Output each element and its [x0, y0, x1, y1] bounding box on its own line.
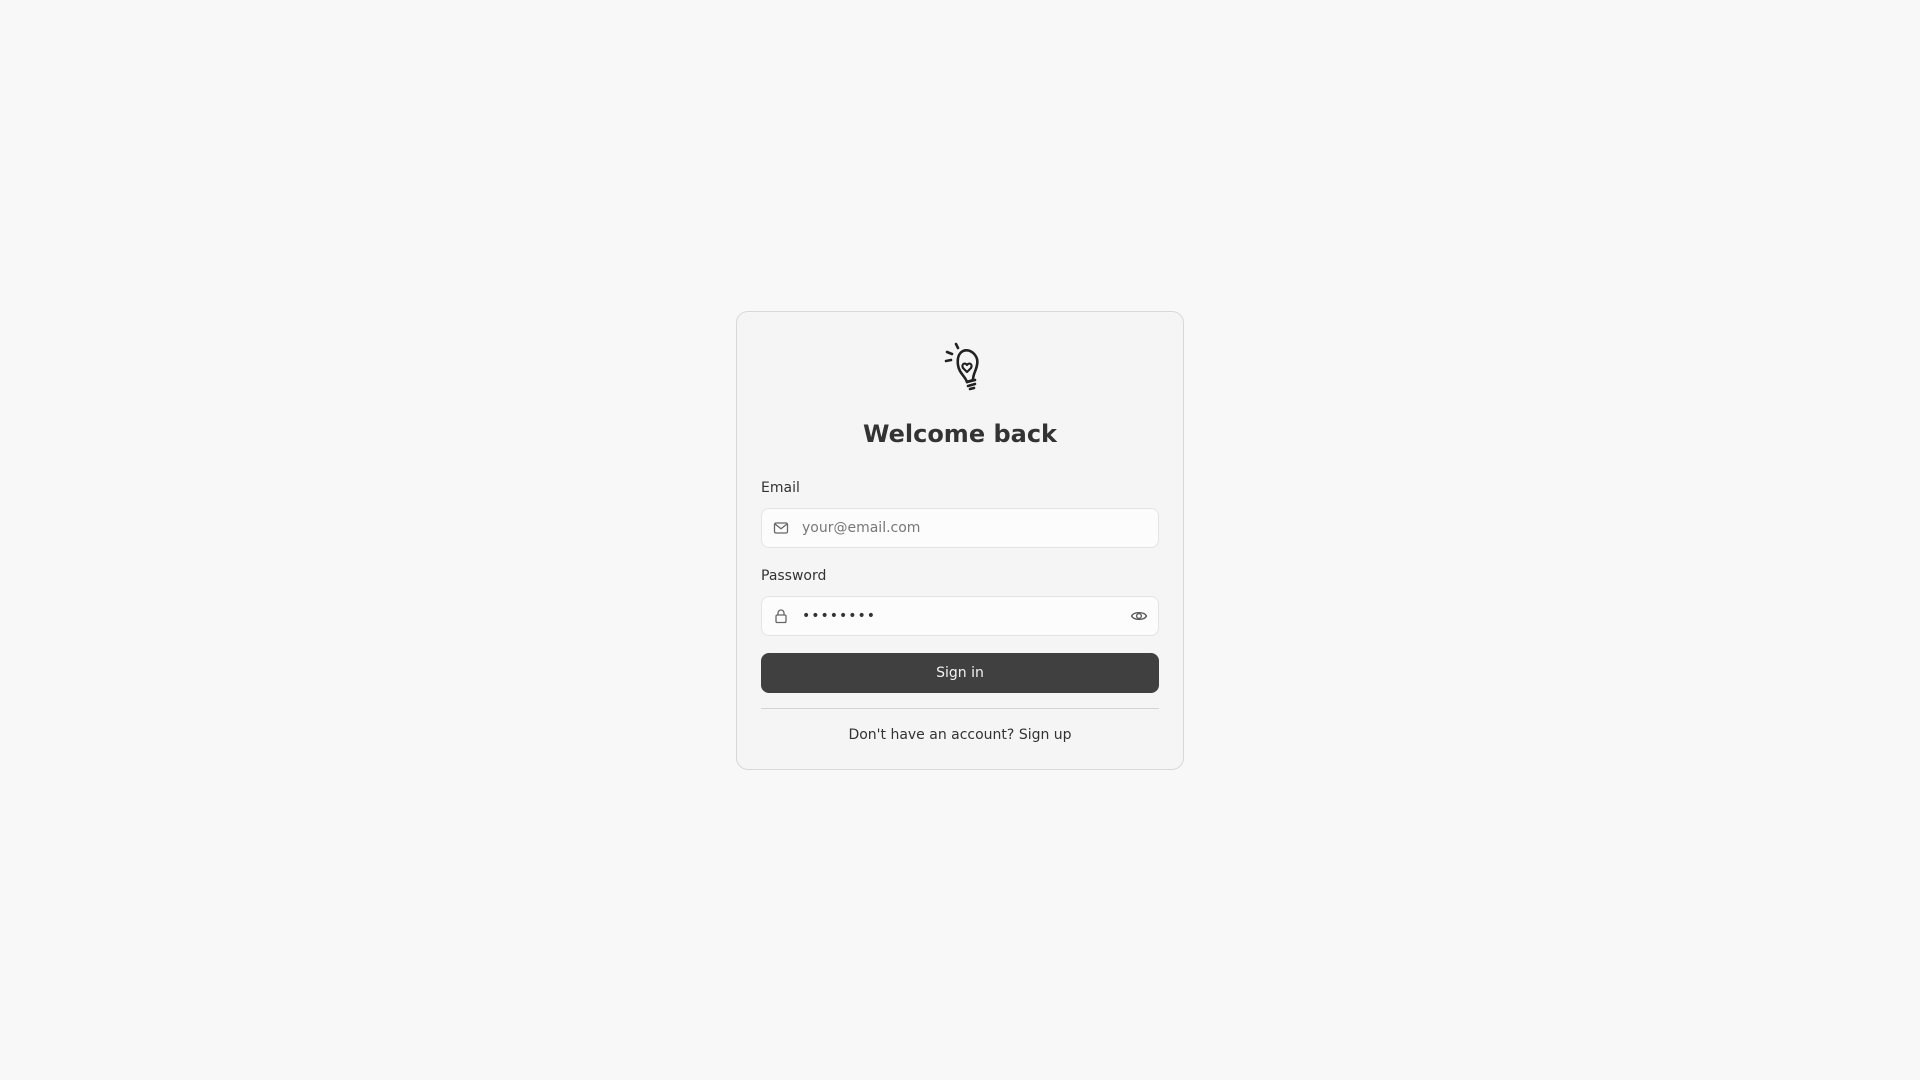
page-title: Welcome back	[862, 420, 1058, 448]
eye-icon[interactable]	[1130, 607, 1148, 625]
login-card: Welcome back Email Password Sign in Don'…	[736, 311, 1184, 770]
lock-icon	[775, 609, 787, 624]
sign-up-link[interactable]: Sign up	[1019, 727, 1072, 743]
divider	[761, 708, 1159, 709]
email-label: Email	[761, 480, 800, 496]
signup-prompt-text: Don't have an account?	[848, 727, 1015, 743]
mail-icon	[773, 522, 789, 534]
password-label: Password	[761, 568, 827, 584]
email-field-container	[761, 508, 1159, 548]
email-input[interactable]	[802, 509, 1102, 547]
lightbulb-heart-icon	[944, 342, 979, 391]
password-field-container	[761, 596, 1159, 636]
signup-prompt: Don't have an account? Sign up	[737, 726, 1183, 744]
password-input[interactable]	[802, 597, 1102, 635]
sign-in-button[interactable]: Sign in	[761, 653, 1159, 693]
